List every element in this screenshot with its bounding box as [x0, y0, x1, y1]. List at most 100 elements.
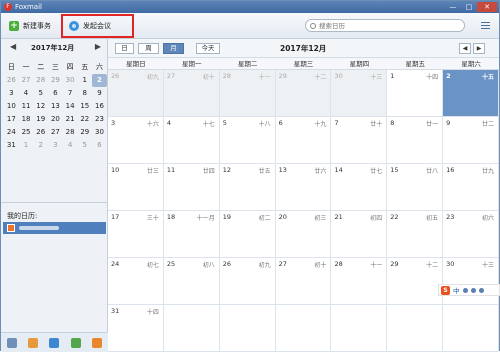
- mini-day-cell[interactable]: 26: [33, 126, 48, 139]
- mini-day-cell[interactable]: 27: [48, 126, 63, 139]
- menu-icon[interactable]: [481, 22, 490, 30]
- day-cell[interactable]: 3 十六: [108, 117, 164, 164]
- day-cell[interactable]: 6 十九: [275, 117, 332, 164]
- mini-day-cell[interactable]: 11: [19, 100, 34, 113]
- mini-day-cell[interactable]: 25: [19, 126, 34, 139]
- mini-prev-month-button[interactable]: ◀: [10, 42, 16, 51]
- day-cell[interactable]: 17 三十: [108, 211, 164, 258]
- mini-next-month-button[interactable]: ▶: [95, 42, 101, 51]
- day-cell[interactable]: 13 廿六: [275, 164, 332, 211]
- day-cell[interactable]: [387, 305, 444, 352]
- mail-icon[interactable]: [6, 337, 17, 348]
- mini-day-cell[interactable]: 20: [48, 113, 63, 126]
- day-cell[interactable]: [331, 305, 388, 352]
- mini-day-cell[interactable]: 15: [77, 100, 92, 113]
- day-cell[interactable]: 11 廿四: [163, 164, 220, 211]
- mini-day-cell[interactable]: 29: [48, 74, 63, 87]
- day-cell[interactable]: 1 十四: [387, 70, 444, 117]
- mini-day-cell[interactable]: 27: [19, 74, 34, 87]
- day-cell[interactable]: [163, 305, 220, 352]
- new-meeting-button[interactable]: 发起会议: [61, 14, 134, 38]
- mini-day-cell[interactable]: 30: [63, 74, 78, 87]
- calendar-icon[interactable]: [49, 337, 60, 348]
- mini-day-cell[interactable]: 29: [77, 126, 92, 139]
- mini-day-cell[interactable]: 19: [33, 113, 48, 126]
- mini-day-cell[interactable]: 6: [48, 87, 63, 100]
- rss-icon[interactable]: [92, 337, 103, 348]
- mini-day-cell[interactable]: 14: [63, 100, 78, 113]
- calendar-list-item[interactable]: [3, 222, 106, 234]
- ime-lang[interactable]: 中: [453, 285, 460, 295]
- day-cell[interactable]: 21 初四: [331, 211, 388, 258]
- mini-day-cell[interactable]: 3: [48, 139, 63, 152]
- mini-day-cell[interactable]: 1: [77, 74, 92, 87]
- day-cell[interactable]: 31 十四: [108, 305, 164, 352]
- mini-day-cell[interactable]: 4: [63, 139, 78, 152]
- mini-day-cell[interactable]: 18: [19, 113, 34, 126]
- day-cell[interactable]: [275, 305, 332, 352]
- day-cell[interactable]: 20 初三: [275, 211, 332, 258]
- keyboard-icon[interactable]: [478, 287, 484, 293]
- mini-day-cell[interactable]: 1: [19, 139, 34, 152]
- search-input[interactable]: [319, 21, 459, 30]
- mini-day-cell[interactable]: 24: [4, 126, 19, 139]
- mini-day-cell[interactable]: 5: [33, 87, 48, 100]
- day-cell[interactable]: 28 十一: [219, 70, 276, 117]
- mini-day-cell[interactable]: 17: [4, 113, 19, 126]
- day-cell[interactable]: 12 廿五: [219, 164, 276, 211]
- mini-day-cell[interactable]: 12: [33, 100, 48, 113]
- next-month-button[interactable]: ▶: [473, 43, 485, 54]
- mini-day-cell[interactable]: 2: [92, 74, 107, 87]
- day-cell[interactable]: [219, 305, 276, 352]
- day-cell[interactable]: 30 十三: [331, 70, 388, 117]
- contacts-icon[interactable]: [28, 337, 39, 348]
- mini-day-cell[interactable]: 28: [63, 126, 78, 139]
- mini-day-cell[interactable]: 22: [77, 113, 92, 126]
- day-cell[interactable]: 7 廿十: [331, 117, 388, 164]
- day-cell[interactable]: 27 初十: [163, 70, 220, 117]
- moon-icon[interactable]: [462, 287, 468, 293]
- day-cell[interactable]: 4 十七: [163, 117, 220, 164]
- day-cell[interactable]: 2 十五: [443, 70, 500, 117]
- punct-icon[interactable]: [470, 287, 476, 293]
- close-button[interactable]: ✕: [477, 2, 497, 12]
- mini-day-cell[interactable]: 26: [4, 74, 19, 87]
- day-cell[interactable]: 27 初十: [275, 258, 332, 305]
- day-cell[interactable]: 5 十八: [219, 117, 276, 164]
- search-box[interactable]: [305, 19, 465, 32]
- tab-month[interactable]: 月: [163, 43, 184, 54]
- minimize-button[interactable]: —: [445, 2, 461, 12]
- mini-day-cell[interactable]: 31: [4, 139, 19, 152]
- day-cell[interactable]: 14 廿七: [331, 164, 388, 211]
- mini-day-cell[interactable]: 10: [4, 100, 19, 113]
- mini-day-cell[interactable]: 7: [63, 87, 78, 100]
- day-cell[interactable]: 29 十二: [387, 258, 444, 305]
- prev-month-button[interactable]: ◀: [459, 43, 471, 54]
- checkbox[interactable]: [7, 224, 15, 232]
- day-cell[interactable]: 28 十一: [331, 258, 388, 305]
- mini-day-cell[interactable]: 28: [33, 74, 48, 87]
- mini-day-cell[interactable]: 5: [77, 139, 92, 152]
- mini-day-cell[interactable]: 23: [92, 113, 107, 126]
- mini-day-cell[interactable]: 2: [33, 139, 48, 152]
- day-cell[interactable]: 8 廿一: [387, 117, 444, 164]
- day-cell[interactable]: [443, 305, 500, 352]
- mini-day-cell[interactable]: 30: [92, 126, 107, 139]
- day-cell[interactable]: 19 初二: [219, 211, 276, 258]
- maximize-button[interactable]: □: [461, 2, 477, 12]
- notes-icon[interactable]: [70, 337, 81, 348]
- new-task-button[interactable]: + 新建事务: [9, 18, 51, 34]
- mini-day-cell[interactable]: 13: [48, 100, 63, 113]
- day-cell[interactable]: 30 十三: [443, 258, 500, 305]
- today-button[interactable]: 今天: [196, 43, 220, 54]
- day-cell[interactable]: 10 廿三: [108, 164, 164, 211]
- mini-day-cell[interactable]: 3: [4, 87, 19, 100]
- day-cell[interactable]: 18 十一月: [163, 211, 220, 258]
- day-cell[interactable]: 24 初七: [108, 258, 164, 305]
- mini-day-cell[interactable]: 6: [92, 139, 107, 152]
- day-cell[interactable]: 29 十二: [275, 70, 332, 117]
- tab-day[interactable]: 日: [115, 43, 134, 54]
- day-cell[interactable]: 25 初八: [163, 258, 220, 305]
- mini-day-cell[interactable]: 21: [63, 113, 78, 126]
- day-cell[interactable]: 16 廿九: [443, 164, 500, 211]
